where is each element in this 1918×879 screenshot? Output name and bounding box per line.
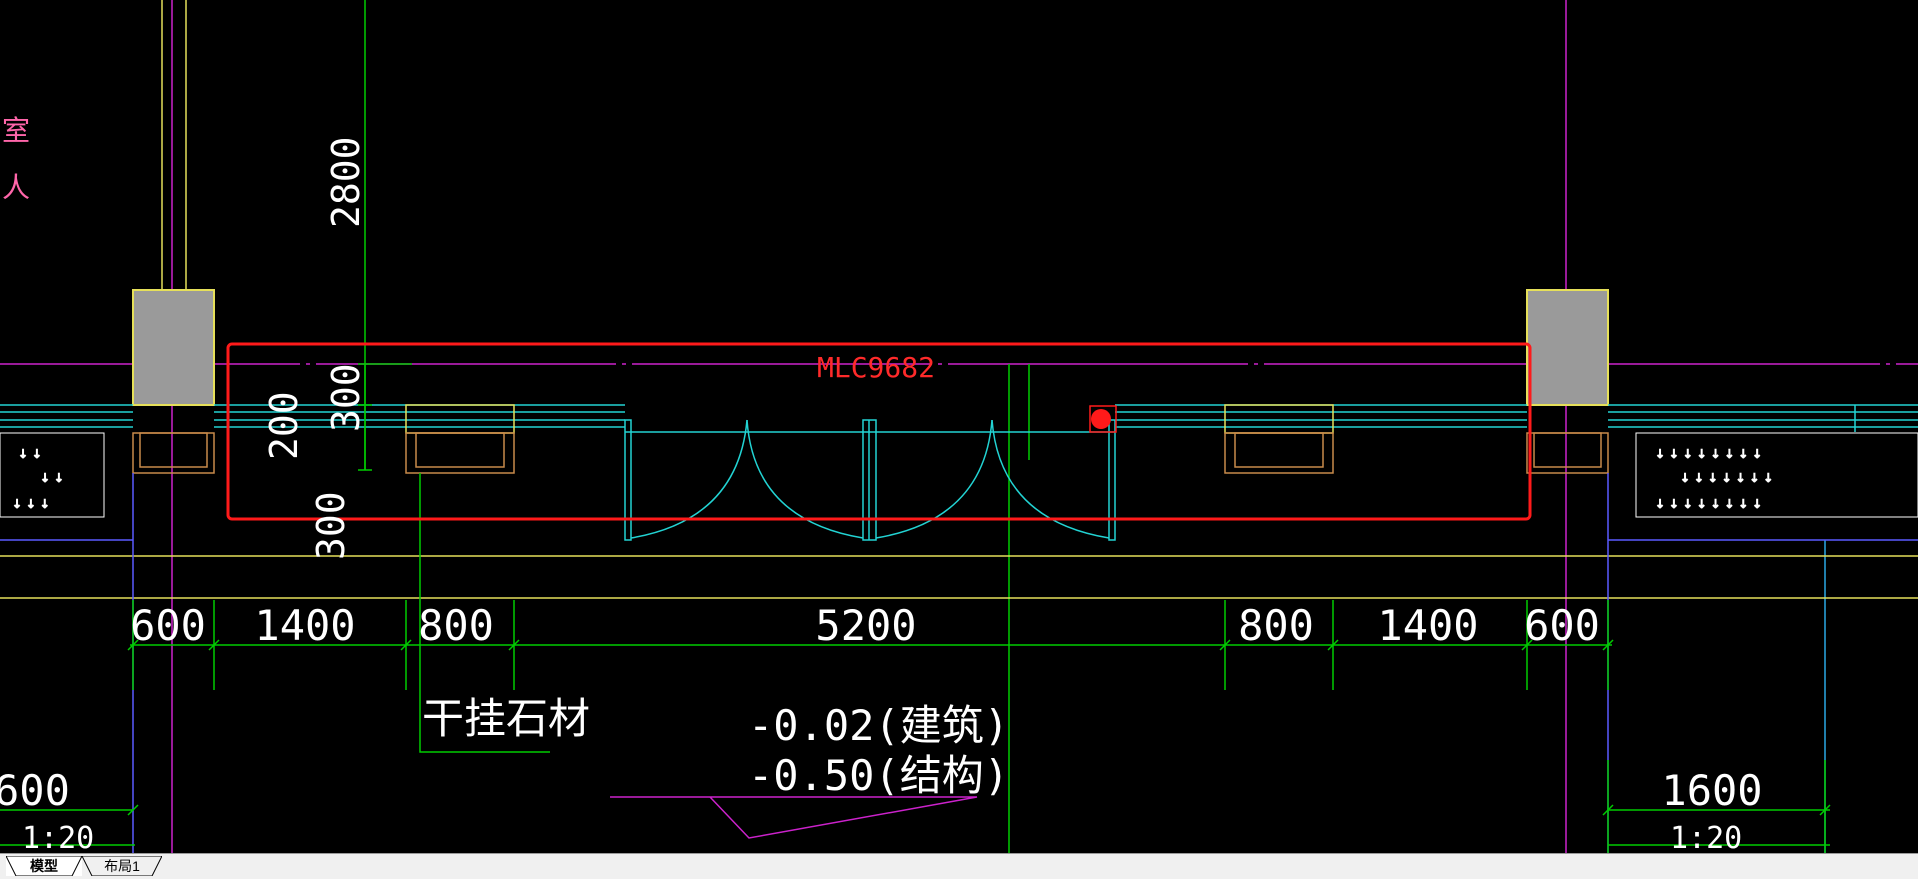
room-label-1: 室 <box>2 114 30 147</box>
dim-bottom-6: 1400 <box>1377 601 1478 650</box>
dim-bottom-5: 800 <box>1238 601 1314 650</box>
tab-model[interactable]: 模型 <box>6 856 82 876</box>
left-column[interactable] <box>132 289 215 406</box>
tab-model-label: 模型 <box>30 858 58 874</box>
dim-top-vertical: 2800 <box>324 136 368 228</box>
dim-left-300-upper: 300 <box>324 363 368 432</box>
svg-text:↓ ↓ ↓ ↓ ↓: ↓ ↓ ↓ ↓ ↓ ↓ ↓ ↓ <box>1655 447 1762 461</box>
svg-text:↓ ↓ ↓: ↓ ↓ ↓ <box>12 497 50 511</box>
svg-text:↓ ↓ ↓ ↓ ↓: ↓ ↓ ↓ ↓ ↓ ↓ ↓ <box>1680 471 1773 485</box>
room-label-2: 人 <box>2 171 30 204</box>
right-column[interactable] <box>1526 289 1609 406</box>
svg-text:↓ ↓: ↓ ↓ <box>40 471 64 485</box>
dim-bottom-4: 5200 <box>815 601 916 650</box>
scale-left: 1:20 <box>22 821 94 853</box>
elevation-architectural: -0.02(建筑) <box>748 701 1009 750</box>
cad-drawing-canvas[interactable]: ↓ ↓ ↓ ↓ ↓ ↓ ↓ ↓ ↓ ↓ ↓ ↓ ↓ ↓ ↓ ↓ ↓ ↓ ↓ ↓ … <box>0 0 1918 853</box>
block-label[interactable]: MLC9682 <box>817 351 935 384</box>
svg-text:↓ ↓: ↓ ↓ <box>18 447 42 461</box>
elevation-structural: -0.50(结构) <box>748 751 1009 800</box>
dim-left-200: 200 <box>262 391 306 460</box>
tab-layout1[interactable]: 布局1 <box>82 856 162 876</box>
tab-layout1-label: 布局1 <box>104 858 140 874</box>
layout-tab-bar: 模型 布局1 <box>0 853 1918 879</box>
svg-text:↓ ↓ ↓ ↓ ↓: ↓ ↓ ↓ ↓ ↓ ↓ ↓ ↓ <box>1655 497 1762 511</box>
dim-bottom-7: 600 <box>1524 601 1600 650</box>
dim-left-edge: 600 <box>0 766 70 815</box>
dim-left-300-lower: 300 <box>309 491 353 560</box>
dim-bottom-2: 1400 <box>254 601 355 650</box>
scale-right: 1:20 <box>1670 821 1742 853</box>
bottom-dimension-texts: 600 1400 800 5200 800 1400 600 <box>130 601 1600 650</box>
dim-bottom-1: 600 <box>130 601 206 650</box>
dim-bottom-3: 800 <box>418 601 494 650</box>
material-note: 干挂石材 <box>422 694 590 743</box>
dim-right-lower: 1600 <box>1661 766 1762 815</box>
